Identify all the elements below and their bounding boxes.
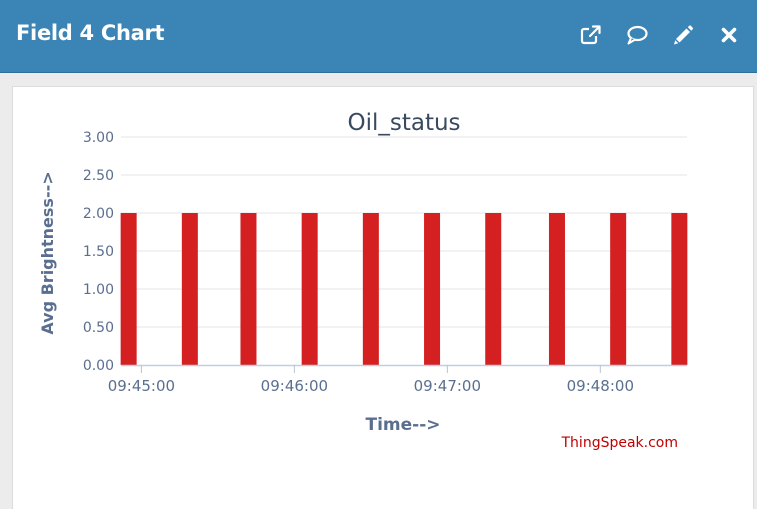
y-tick-label: 0.50	[83, 320, 114, 336]
bar	[301, 213, 318, 365]
x-tick-label: 09:48:00	[567, 377, 634, 395]
bar	[181, 213, 198, 365]
y-tick-label: 1.00	[83, 282, 114, 298]
bar	[610, 213, 627, 365]
bar	[485, 213, 502, 365]
header-toolbar	[559, 20, 743, 50]
chart-window-header: Field 4 Chart	[0, 0, 757, 73]
comment-icon[interactable]	[623, 20, 651, 50]
close-icon[interactable]	[715, 20, 743, 50]
bar	[240, 213, 257, 365]
bar	[120, 213, 137, 365]
pencil-icon[interactable]	[669, 20, 697, 50]
chart-title: Oil_status	[347, 110, 460, 136]
x-tick-label: 09:45:00	[108, 377, 175, 395]
bar	[424, 213, 441, 365]
external-link-icon[interactable]	[577, 20, 605, 50]
chart-credit: ThingSpeak.com	[561, 435, 679, 451]
y-tick-label: 2.50	[83, 168, 114, 184]
x-axis-title: Time-->	[365, 415, 440, 435]
x-tick-label: 09:46:00	[261, 377, 328, 395]
x-tick-label: 09:47:00	[414, 377, 481, 395]
y-tick-label: 0.00	[83, 358, 114, 374]
bar	[362, 213, 379, 365]
y-tick-label: 3.00	[83, 130, 114, 146]
bar	[548, 213, 565, 365]
bar	[671, 213, 688, 365]
window-title: Field 4 Chart	[16, 21, 165, 45]
bar-chart: 0.00 0.50 1.00 1.50 2.00 2.50 3.00 09:45:00 09:4…	[38, 110, 688, 451]
y-tick-label: 2.00	[83, 206, 114, 222]
y-tick-label: 1.50	[83, 244, 114, 260]
y-axis-title: Avg Brightness-->	[38, 171, 57, 334]
chart-panel: 0.00 0.50 1.00 1.50 2.00 2.50 3.00 09:45:00 09:4…	[12, 86, 754, 509]
